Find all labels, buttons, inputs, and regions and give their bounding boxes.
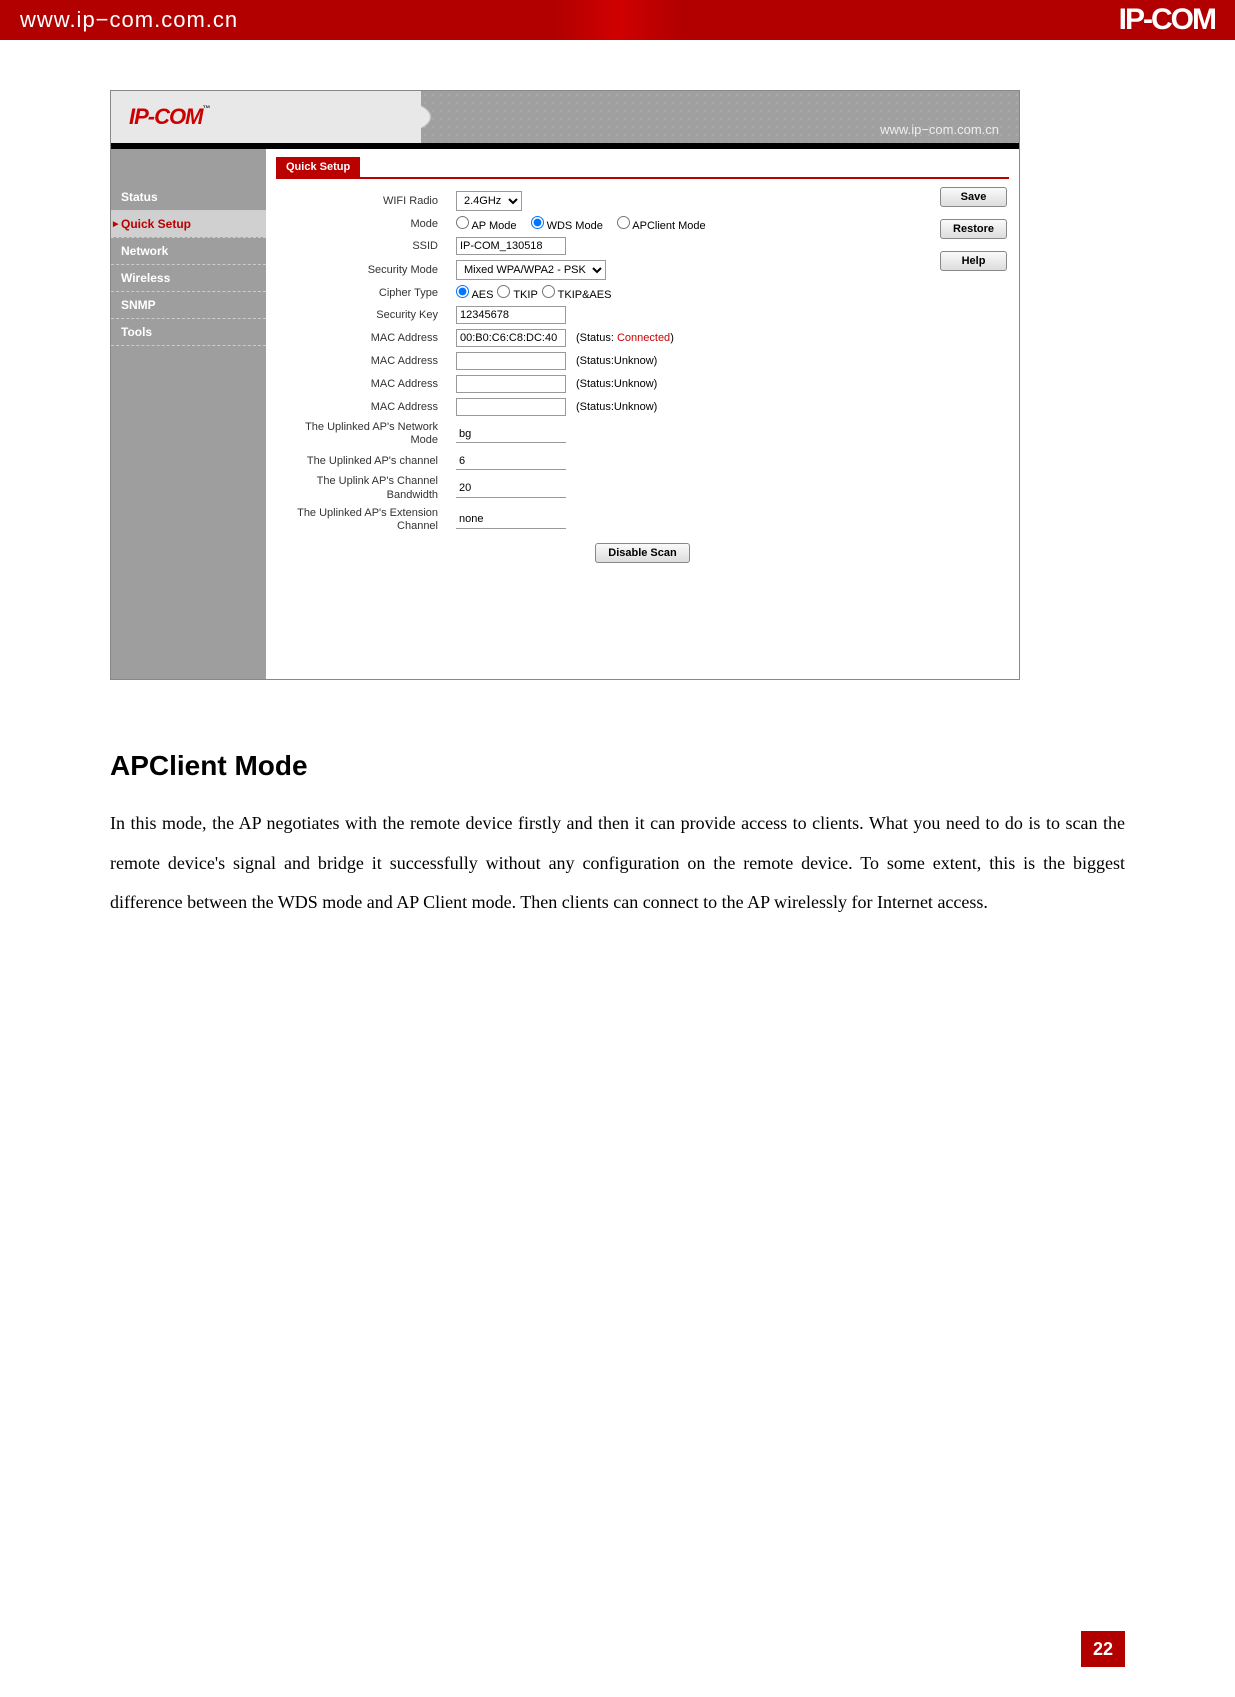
mac3-status: (Status:Unknow) [576, 378, 657, 390]
label-mode: Mode [276, 218, 456, 230]
mac4-status: (Status:Unknow) [576, 401, 657, 413]
uplink-netmode-input[interactable] [456, 425, 566, 443]
disable-scan-button[interactable]: Disable Scan [595, 543, 689, 563]
label-security-mode: Security Mode [276, 264, 456, 276]
mode-wds[interactable]: WDS Mode [531, 216, 603, 232]
cipher-aes[interactable]: AES [456, 285, 493, 301]
sidebar-item-label: Wireless [121, 271, 170, 285]
label-mac4: MAC Address [276, 401, 456, 413]
label-uplink-extchannel: The Uplinked AP's Extension Channel [276, 507, 456, 533]
mac1-status: (Status: Connected) [576, 332, 674, 344]
header-right: www.ip−com.com.cn [421, 91, 1019, 143]
ssid-input[interactable] [456, 237, 566, 255]
security-key-input[interactable] [456, 306, 566, 324]
label-uplink-channel: The Uplinked AP's channel [276, 455, 456, 467]
sidebar-item-network[interactable]: Network [111, 237, 266, 264]
tab-quick-setup[interactable]: Quick Setup [276, 157, 360, 177]
brand-logo: IP-COM™ [129, 104, 209, 130]
brand-area: IP-COM™ [111, 91, 421, 143]
sidebar-item-label: Quick Setup [121, 217, 191, 231]
security-mode-select[interactable]: Mixed WPA/WPA2 - PSK [456, 260, 606, 280]
label-uplink-netmode: The Uplinked AP's Network Mode [276, 421, 456, 447]
section-paragraph: In this mode, the AP negotiates with the… [110, 804, 1125, 923]
sidebar-item-snmp[interactable]: SNMP [111, 291, 266, 318]
sidebar-item-quicksetup[interactable]: Quick Setup [111, 210, 266, 237]
section-heading: APClient Mode [110, 750, 1125, 782]
mode-radio-group: AP Mode WDS Mode APClient Mode [456, 216, 1009, 232]
cipher-tkipaes[interactable]: TKIP&AES [542, 285, 612, 301]
mac2-input[interactable] [456, 352, 566, 370]
sidebar-item-status[interactable]: Status [111, 184, 266, 210]
page-header-banner: www.ip−com.com.cn IP-COM [0, 0, 1235, 40]
uplink-extchannel-input[interactable] [456, 511, 566, 529]
page-number: 22 [1081, 1631, 1125, 1667]
sidebar-item-label: Status [121, 190, 158, 204]
wifi-radio-select[interactable]: 2.4GHz [456, 191, 522, 211]
mac1-input[interactable] [456, 329, 566, 347]
sidebar-item-label: Tools [121, 325, 152, 339]
sidebar-item-tools[interactable]: Tools [111, 318, 266, 345]
mac2-status: (Status:Unknow) [576, 355, 657, 367]
mac4-input[interactable] [456, 398, 566, 416]
label-mac1: MAC Address [276, 332, 456, 344]
header-url: www.ip−com.com.cn [20, 7, 238, 33]
label-mac3: MAC Address [276, 378, 456, 390]
sidebar-nav: Status Quick Setup Network Wireless SNMP… [111, 149, 266, 679]
label-ssid: SSID [276, 240, 456, 252]
help-button[interactable]: Help [940, 251, 1007, 271]
cipher-tkip[interactable]: TKIP [497, 285, 537, 301]
cipher-radio-group: AES TKIP TKIP&AES [456, 285, 1009, 301]
label-mac2: MAC Address [276, 355, 456, 367]
sidebar-item-label: Network [121, 244, 168, 258]
main-panel: Quick Setup Save Restore Help WIFI Radio… [266, 149, 1019, 679]
header-url-text: www.ip−com.com.cn [880, 122, 999, 137]
label-uplink-bandwidth: The Uplink AP's Channel Bandwidth [276, 475, 456, 501]
mac3-input[interactable] [456, 375, 566, 393]
mode-ap[interactable]: AP Mode [456, 216, 517, 232]
uplink-channel-input[interactable] [456, 452, 566, 470]
mode-apclient[interactable]: APClient Mode [617, 216, 706, 232]
sidebar-item-wireless[interactable]: Wireless [111, 264, 266, 291]
header-logo: IP-COM [1119, 3, 1215, 37]
label-wifi-radio: WIFI Radio [276, 195, 456, 207]
label-cipher-type: Cipher Type [276, 287, 456, 299]
save-button[interactable]: Save [940, 187, 1007, 207]
restore-button[interactable]: Restore [940, 219, 1007, 239]
uplink-bandwidth-input[interactable] [456, 480, 566, 498]
router-ui-screenshot: IP-COM™ www.ip−com.com.cn Status Quick S… [110, 90, 1020, 680]
label-security-key: Security Key [276, 309, 456, 321]
sidebar-item-label: SNMP [121, 298, 156, 312]
